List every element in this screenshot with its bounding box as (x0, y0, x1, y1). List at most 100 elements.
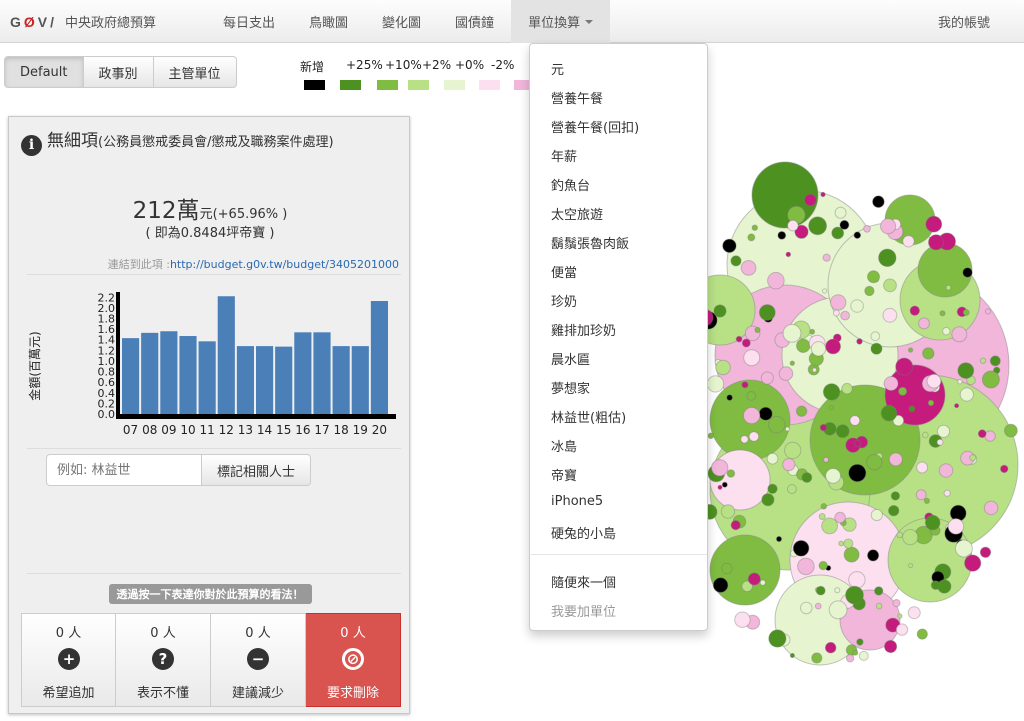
view-default-button[interactable]: Default (4, 56, 84, 88)
budget-bubble[interactable] (951, 326, 968, 343)
budget-bubble[interactable] (821, 288, 828, 294)
budget-bubble[interactable] (746, 391, 757, 401)
budget-bubble[interactable] (735, 335, 743, 343)
budget-bubble[interactable] (852, 649, 859, 656)
budget-bubble[interactable] (979, 546, 992, 558)
unit-option[interactable]: 鬍鬚張魯肉飯 (551, 233, 629, 252)
budget-bubble[interactable] (819, 423, 828, 432)
budget-bubble[interactable] (709, 534, 781, 606)
budget-bubble[interactable] (821, 517, 839, 535)
unit-option[interactable]: 珍奶 (551, 291, 577, 310)
budget-bubble[interactable] (839, 219, 850, 230)
unit-option[interactable]: 夢想家 (551, 378, 590, 397)
budget-bubble[interactable] (964, 554, 982, 572)
budget-bubble[interactable] (838, 540, 845, 547)
budget-bubble[interactable] (897, 613, 903, 619)
budget-bubble[interactable] (740, 435, 749, 444)
budget-bubble[interactable] (825, 338, 842, 355)
budget-bubble[interactable] (907, 606, 921, 620)
budget-bubble[interactable] (916, 461, 929, 474)
unit-option[interactable]: 硬兔的小島 (551, 523, 616, 542)
budget-bubble[interactable] (759, 579, 766, 586)
budget-bubble[interactable] (835, 424, 850, 439)
unit-option[interactable]: 太空旅遊 (551, 204, 603, 223)
budget-bubble[interactable] (843, 546, 860, 563)
budget-bubble[interactable] (768, 629, 787, 648)
budget-bubble[interactable] (882, 307, 898, 323)
budget-bubble[interactable] (840, 310, 851, 321)
budget-bubble[interactable] (721, 481, 728, 488)
budget-bubble[interactable] (741, 381, 749, 389)
nav-debt-clock[interactable]: 國債鐘 (438, 0, 511, 43)
add-unit-option[interactable]: 我要加單位 (551, 601, 616, 620)
budget-bubble[interactable] (848, 463, 867, 483)
budget-bubble[interactable] (927, 399, 935, 407)
budget-bubble[interactable] (922, 347, 935, 360)
person-search-input[interactable] (46, 454, 202, 486)
budget-bubble[interactable] (754, 326, 761, 334)
budget-bubble[interactable] (768, 415, 786, 434)
budget-bubble[interactable] (834, 587, 841, 594)
unit-option[interactable]: 營養午餐 (551, 88, 603, 107)
budget-bubble[interactable] (863, 224, 871, 233)
budget-bubble[interactable] (848, 571, 866, 589)
budget-bubble[interactable] (726, 394, 733, 401)
budget-bubble[interactable] (743, 406, 761, 425)
budget-bubble[interactable] (726, 469, 736, 478)
budget-bubble[interactable] (825, 468, 842, 484)
budget-bubble[interactable] (830, 294, 847, 311)
budget-bubble[interactable] (777, 231, 787, 240)
budget-bubble[interactable] (916, 628, 928, 640)
tag-person-button[interactable]: 標記相關人士 (202, 454, 312, 486)
budget-bubble[interactable] (792, 540, 810, 557)
unit-option[interactable]: 晨水匾 (551, 349, 590, 368)
budget-bubble[interactable] (875, 602, 883, 610)
budget-bubble[interactable] (984, 308, 992, 315)
brand[interactable]: GØV/ 中央政府總預算 (10, 0, 156, 43)
budget-bubble[interactable] (921, 431, 929, 439)
budget-bubble[interactable] (939, 310, 946, 317)
unit-option[interactable]: 雞排加珍奶 (551, 320, 616, 339)
budget-bubble[interactable] (843, 538, 854, 549)
budget-bubble[interactable] (890, 491, 901, 501)
budget-bubble[interactable] (895, 357, 914, 376)
budget-bubble[interactable] (947, 518, 965, 535)
view-function-button[interactable]: 政事別 (83, 56, 154, 88)
budget-bubble[interactable] (812, 367, 817, 373)
budget-bubble[interactable] (787, 219, 799, 232)
budget-bubble[interactable] (711, 459, 729, 477)
budget-bubble[interactable] (775, 535, 783, 543)
view-agency-button[interactable]: 主管單位 (153, 56, 237, 88)
budget-bubble[interactable] (981, 370, 1000, 389)
unit-option[interactable]: 元 (551, 59, 564, 78)
unit-option[interactable]: 帝寶 (551, 465, 577, 484)
budget-bubble[interactable] (845, 585, 864, 605)
budget-bubble[interactable] (717, 484, 723, 490)
budget-bubble[interactable] (866, 454, 883, 471)
budget-bubble[interactable] (767, 483, 778, 494)
budget-bubble[interactable] (896, 531, 903, 539)
budget-bubble[interactable] (800, 601, 813, 615)
budget-bubble[interactable] (815, 585, 826, 596)
budget-bubble[interactable] (849, 415, 861, 426)
budget-bubble[interactable] (789, 360, 796, 366)
budget-bubble[interactable] (766, 452, 779, 465)
budget-bubble[interactable] (761, 493, 775, 507)
budget-bubble[interactable] (740, 260, 757, 276)
budget-bubble[interactable] (969, 454, 977, 462)
budget-bubble[interactable] (804, 193, 817, 207)
budget-bubble[interactable] (801, 472, 813, 483)
budget-bubble[interactable] (747, 572, 761, 586)
budget-bubble[interactable] (867, 549, 880, 562)
budget-bubble[interactable] (945, 284, 952, 291)
budget-bubble[interactable] (943, 489, 951, 497)
budget-bubble[interactable] (883, 278, 897, 293)
budget-bubble[interactable] (712, 577, 729, 593)
permalink[interactable]: http://budget.g0v.tw/budget/3405201000 (170, 258, 399, 271)
budget-bubble[interactable] (954, 403, 960, 409)
budget-bubble[interactable] (784, 441, 802, 460)
budget-bubble[interactable] (820, 191, 826, 198)
budget-bubble[interactable] (758, 406, 773, 421)
budget-bubble[interactable] (706, 375, 725, 393)
unit-option[interactable]: 釣魚台 (551, 175, 590, 194)
